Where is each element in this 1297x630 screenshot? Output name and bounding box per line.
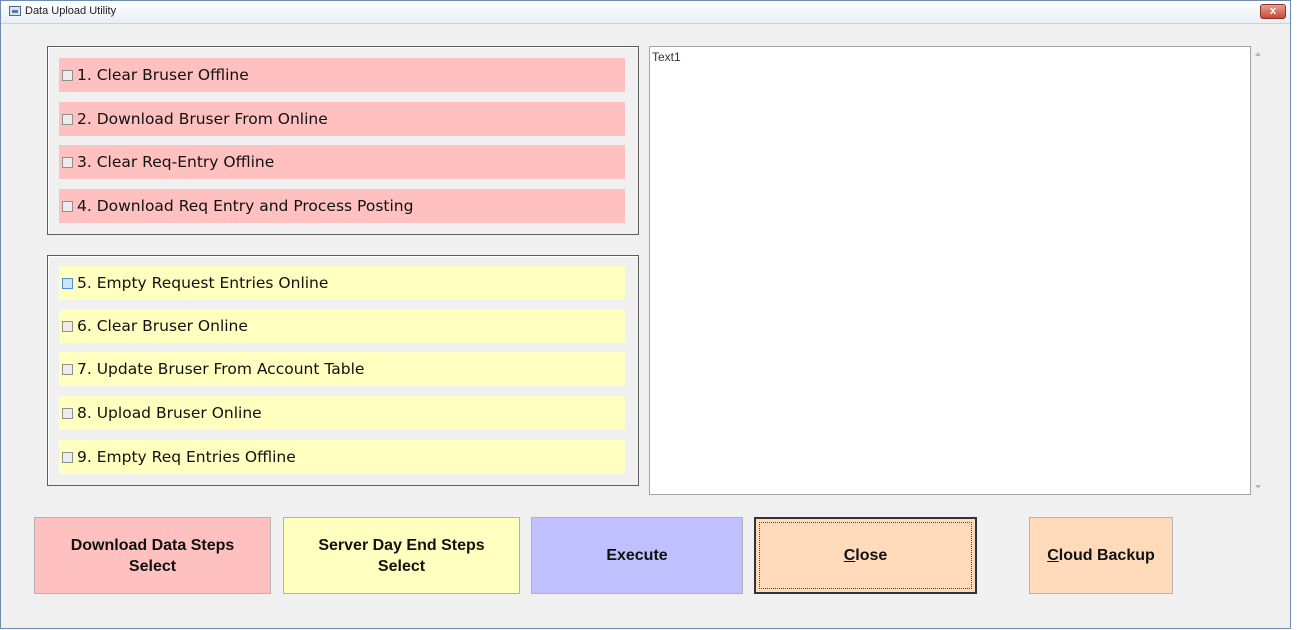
step-5-checkbox[interactable]: 5. Empty Request Entries Online [59, 266, 625, 300]
log-text: Text1 [652, 50, 681, 64]
download-data-steps-select-button[interactable]: Download Data Steps Select [34, 517, 271, 594]
step-label: 2. Download Bruser From Online [77, 110, 328, 128]
step-label: 1. Clear Bruser Offline [77, 66, 249, 84]
server-day-end-steps-select-button[interactable]: Server Day End Steps Select [283, 517, 520, 594]
checkbox-icon[interactable] [62, 407, 73, 419]
button-label-line1: Server Day End Steps [318, 536, 485, 554]
step-label: 7. Update Bruser From Account Table [77, 360, 365, 378]
log-textbox[interactable]: Text1 [649, 46, 1251, 495]
button-label-line2: Select [128, 557, 177, 575]
step-label: 9. Empty Req Entries Offline [77, 448, 296, 466]
log-scrollbar[interactable] [1252, 46, 1266, 495]
step-3-checkbox[interactable]: 3. Clear Req-Entry Offline [59, 145, 625, 179]
window-title: Data Upload Utility [25, 5, 117, 17]
step-4-checkbox[interactable]: 4. Download Req Entry and Process Postin… [59, 189, 625, 223]
title-bar: Data Upload Utility x [1, 1, 1290, 24]
data-upload-utility-window: Data Upload Utility x 1. Clear Bruser Of… [0, 0, 1291, 629]
app-window-icon [9, 6, 21, 16]
execute-button[interactable]: Execute [531, 517, 743, 594]
close-button[interactable]: Close [754, 517, 977, 594]
step-label: 8. Upload Bruser Online [77, 404, 262, 422]
checkbox-icon[interactable] [62, 363, 73, 375]
checkbox-icon[interactable] [62, 156, 73, 168]
cloud-backup-label: Cloud Backup [1047, 547, 1155, 564]
close-label: Close [843, 547, 888, 564]
step-8-checkbox[interactable]: 8. Upload Bruser Online [59, 396, 625, 430]
focus-rectangle: Close [759, 522, 972, 589]
scroll-up-arrow-icon[interactable] [1255, 52, 1261, 56]
button-label-line1: Download Data Steps [70, 536, 235, 554]
checkbox-icon[interactable] [62, 320, 73, 332]
checkbox-icon[interactable] [62, 200, 73, 212]
window-close-button[interactable]: x [1260, 4, 1286, 19]
step-7-checkbox[interactable]: 7. Update Bruser From Account Table [59, 352, 625, 386]
step-9-checkbox[interactable]: 9. Empty Req Entries Offline [59, 440, 625, 474]
cloud-backup-button[interactable]: Cloud Backup [1029, 517, 1173, 594]
step-label: 3. Clear Req-Entry Offline [77, 153, 275, 171]
step-label: 6. Clear Bruser Online [77, 317, 248, 335]
button-label-line2: Select [377, 557, 426, 575]
step-1-checkbox[interactable]: 1. Clear Bruser Offline [59, 58, 625, 92]
checkbox-icon[interactable] [62, 113, 73, 125]
checkbox-icon[interactable] [62, 69, 73, 81]
scroll-down-arrow-icon[interactable] [1255, 485, 1261, 489]
execute-label: Execute [606, 547, 668, 564]
step-label: 5. Empty Request Entries Online [77, 274, 329, 292]
step-6-checkbox[interactable]: 6. Clear Bruser Online [59, 309, 625, 343]
checkbox-icon[interactable] [62, 451, 73, 463]
step-label: 4. Download Req Entry and Process Postin… [77, 197, 414, 215]
checkbox-icon[interactable] [62, 277, 73, 289]
step-2-checkbox[interactable]: 2. Download Bruser From Online [59, 102, 625, 136]
